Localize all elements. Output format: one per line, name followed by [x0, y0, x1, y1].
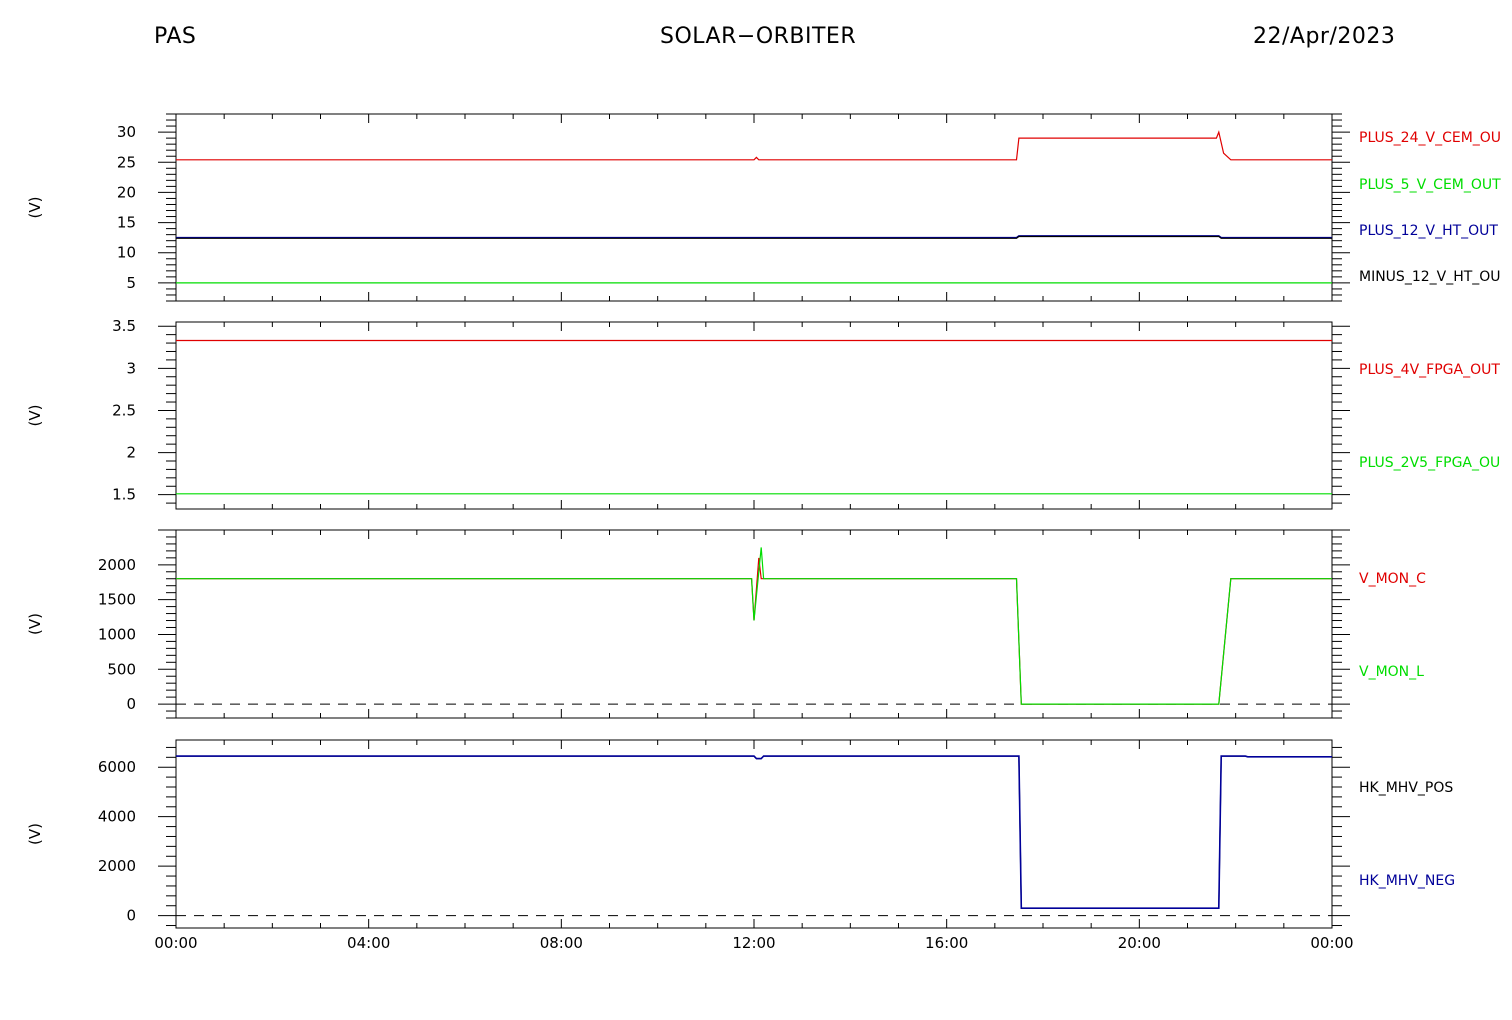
x-tick-label: 08:00: [540, 934, 583, 952]
y-tick-label: 20: [117, 183, 136, 201]
panel-2-frame: [175, 321, 1333, 510]
panel-1-frame: [175, 113, 1333, 302]
legend-label: MINUS_12_V_HT_OU: [1359, 269, 1501, 285]
legend-label: PLUS_24_V_CEM_OU: [1359, 130, 1501, 146]
y-tick-label: 0: [126, 907, 136, 925]
y-axis-label: (V): [26, 197, 44, 219]
legend-label: V_MON_L: [1359, 664, 1424, 680]
housekeeping-chart: 51015202530(V)PLUS_24_V_CEM_OUPLUS_5_V_C…: [26, 113, 1501, 952]
y-tick-label: 25: [117, 153, 136, 171]
y-tick-label: 2000: [98, 857, 136, 875]
x-tick-label: 20:00: [1118, 934, 1161, 952]
legend-label: HK_MHV_POS: [1359, 780, 1453, 796]
y-tick-label: 500: [107, 660, 136, 678]
panel-3-frame: [175, 529, 1333, 719]
legend-label: PLUS_2V5_FPGA_OU: [1359, 455, 1500, 471]
y-tick-label: 2000: [98, 556, 136, 574]
y-tick-label: 1000: [98, 625, 136, 643]
y-axis-label: (V): [26, 613, 44, 635]
y-tick-label: 4000: [98, 808, 136, 826]
legend-label: PLUS_4V_FPGA_OUT: [1359, 362, 1500, 378]
x-tick-label: 12:00: [732, 934, 775, 952]
x-tick-label: 16:00: [925, 934, 968, 952]
y-tick-label: 1.5: [112, 486, 136, 504]
y-tick-label: 1500: [98, 591, 136, 609]
y-axis-label: (V): [26, 405, 44, 427]
series-line-v-mon-c: [176, 557, 1332, 705]
y-tick-label: 3: [126, 359, 136, 377]
y-tick-label: 15: [117, 214, 136, 232]
y-tick-label: 5: [126, 274, 136, 292]
series-line-hk-mhv-neg: [176, 755, 1332, 910]
y-tick-label: 3.5: [112, 317, 136, 335]
y-tick-label: 0: [126, 695, 136, 713]
x-tick-label: 00:00: [1310, 934, 1353, 952]
legend-label: HK_MHV_NEG: [1359, 873, 1455, 889]
panel-4-frame: [175, 739, 1333, 929]
series-line-hk-mhv-pos: [176, 755, 1332, 909]
legend-label: PLUS_5_V_CEM_OUT: [1359, 177, 1501, 193]
y-tick-label: 2.5: [112, 401, 136, 419]
x-tick-label: 00:00: [154, 934, 197, 952]
y-tick-label: 6000: [98, 758, 136, 776]
series-line-v-mon-l: [176, 547, 1332, 705]
y-axis-label: (V): [26, 823, 44, 845]
y-tick-label: 10: [117, 244, 136, 262]
legend-label: PLUS_12_V_HT_OUT: [1359, 223, 1498, 239]
x-tick-label: 04:00: [347, 934, 390, 952]
y-tick-label: 30: [117, 123, 136, 141]
y-tick-label: 2: [126, 444, 136, 462]
legend-label: V_MON_C: [1359, 571, 1426, 587]
series-line-plus-24-v-cem-ou: [176, 130, 1332, 161]
